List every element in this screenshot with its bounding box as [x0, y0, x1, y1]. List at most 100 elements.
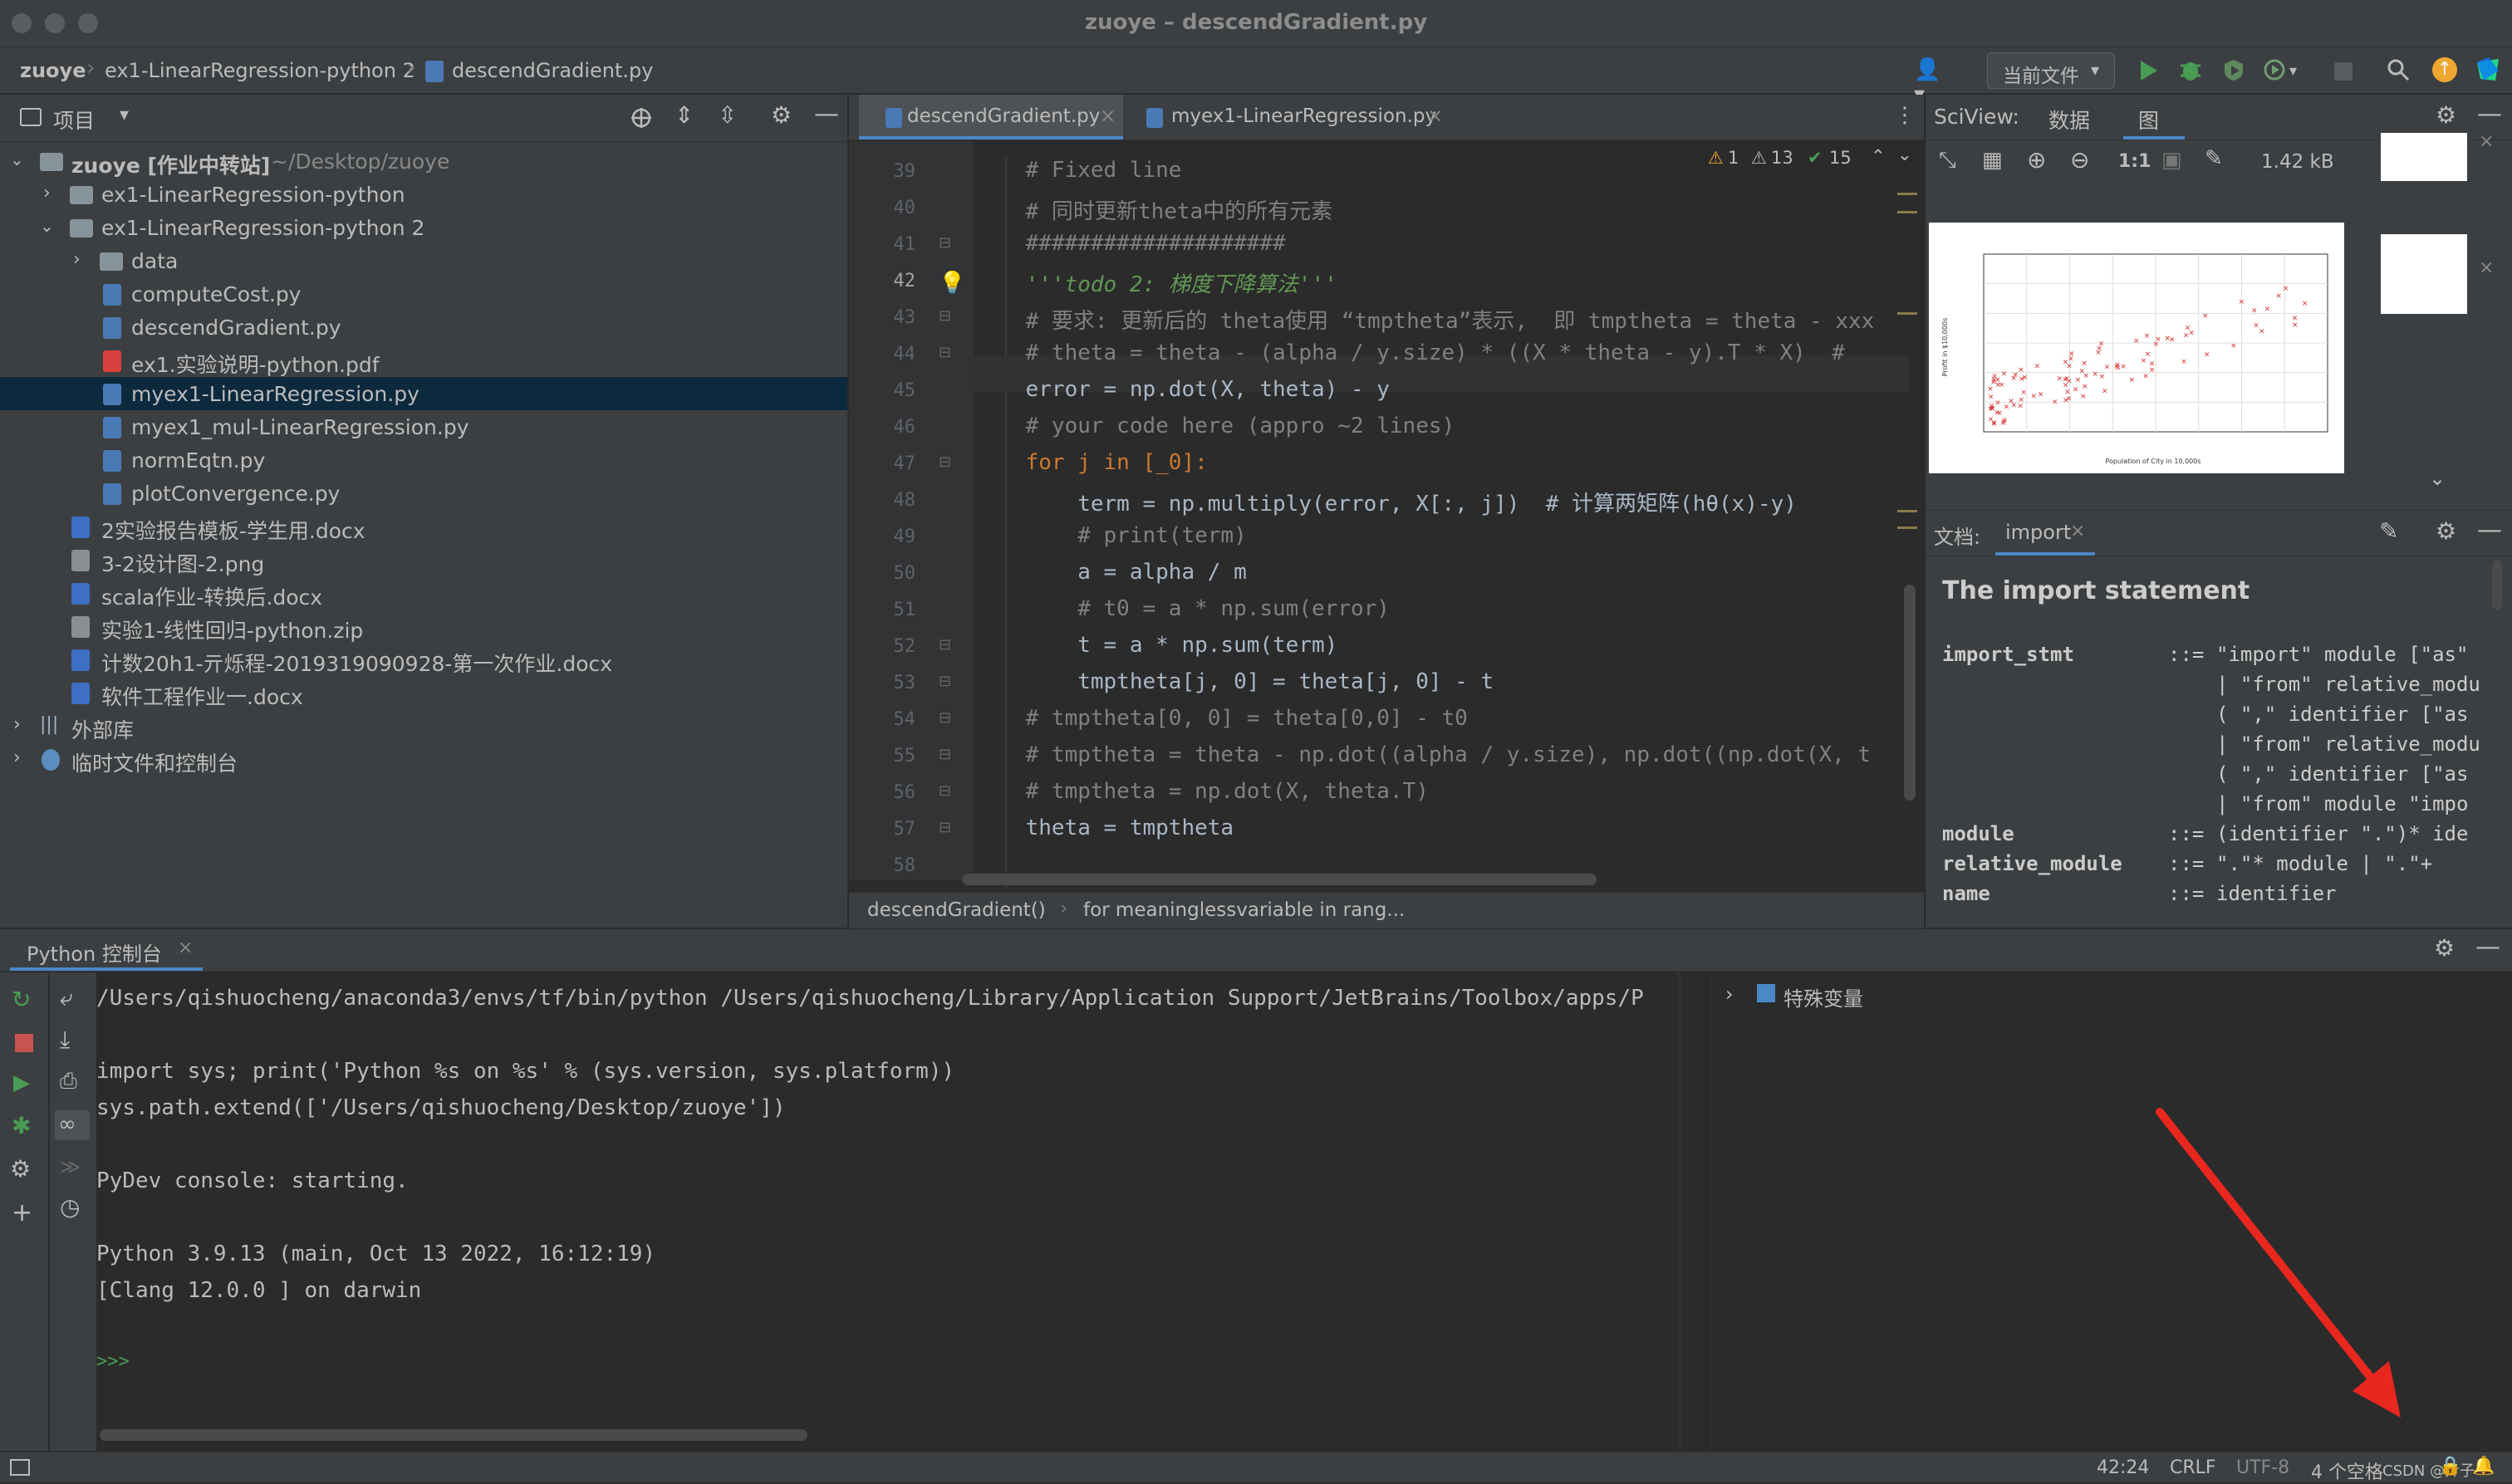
console-vertical-scrollbar[interactable] [1678, 972, 1681, 1451]
history-forward-icon[interactable]: ≫ [60, 1155, 81, 1178]
fold-icon[interactable]: ⊟ [939, 636, 951, 654]
fold-icon[interactable]: ⊟ [939, 344, 951, 361]
error-stripe-mark[interactable] [1897, 312, 1917, 315]
tree-item-folder[interactable]: › data [0, 244, 847, 277]
tree-item-file[interactable]: 计数20h1-亓烁程-2019319090928-第一次作业.docx [0, 643, 847, 676]
tree-item-file[interactable]: scala作业-转换后.docx [0, 576, 847, 610]
gear-icon[interactable]: ⚙ [2434, 934, 2455, 962]
error-stripe-mark[interactable] [1897, 527, 1917, 529]
chevron-down-icon[interactable]: ⌄ [2429, 467, 2446, 490]
plot-thumbnail[interactable] [2381, 234, 2467, 314]
color-picker-icon[interactable]: ✎ [2205, 146, 2223, 171]
edit-icon[interactable]: ✎ [2379, 517, 2398, 545]
line-separator[interactable]: CRLF [2170, 1457, 2216, 1478]
error-stripe-mark[interactable] [1897, 211, 1917, 213]
print-icon[interactable]: ⎙ [60, 1069, 77, 1095]
console-output[interactable]: /Users/qishuocheng/anaconda3/envs/tf/bin… [96, 972, 1678, 1418]
breadcrumb-project[interactable]: zuoye [20, 59, 86, 82]
user-icon[interactable]: 👤▾ [1914, 57, 1950, 107]
panel-layout-icon[interactable] [20, 108, 42, 126]
gear-icon[interactable]: ⚙ [2436, 101, 2456, 129]
console-horizontal-scrollbar[interactable] [100, 1429, 807, 1441]
fit-to-window-icon[interactable]: ⤡ [1939, 148, 1956, 174]
tab-plots[interactable]: 图 [2123, 95, 2185, 140]
project-view-label[interactable]: 项目 [53, 105, 95, 135]
profile-icon[interactable]: ▾ [2263, 57, 2301, 82]
gear-icon[interactable]: ⚙ [771, 101, 792, 129]
more-tabs-icon[interactable]: ⋮ [1894, 103, 1916, 128]
jetbrains-toolbox-icon[interactable] [2474, 56, 2502, 84]
lightbulb-icon[interactable]: 💡 [939, 271, 965, 296]
error-stripe-mark[interactable] [1897, 193, 1917, 195]
fold-icon[interactable]: ⊟ [939, 453, 951, 471]
grid-icon[interactable]: ▦ [1982, 148, 2003, 173]
plot-image[interactable]: × × × × × × × × × × × × × × × × × × × × × × × × × × × × × × × × × × × × × × × ×… [1929, 223, 2344, 473]
fold-icon[interactable]: ⊟ [939, 673, 951, 690]
soft-wrap-icon[interactable]: ⤶ [60, 984, 73, 1012]
zoom-in-icon[interactable]: ⊕ [2027, 146, 2046, 174]
close-icon[interactable]: × [2479, 257, 2494, 278]
expand-all-icon[interactable]: ⇕ [675, 101, 694, 129]
tree-item-file[interactable]: plotConvergence.py [0, 477, 847, 510]
scroll-to-end-icon[interactable]: ⤓ [60, 1026, 70, 1054]
chevron-down-icon[interactable]: ▾ [120, 105, 129, 125]
docs-scrollbar[interactable] [2492, 560, 2502, 610]
code-area[interactable]: # Fixed line # 同时更新theta中的所有元素 #########… [974, 141, 1909, 880]
show-variables-button[interactable]: ∞ [55, 1110, 90, 1140]
indent-setting[interactable]: 4 个空格 [2311, 1457, 2383, 1484]
tab-python-console[interactable]: Python 控制台 × [10, 929, 203, 971]
chevron-right-icon[interactable]: › [1725, 982, 1734, 1006]
run-configuration-select[interactable]: 当前文件 ▾ [1987, 52, 2115, 89]
close-tab-icon[interactable]: × [1100, 105, 1116, 127]
fold-icon[interactable]: ⊟ [939, 746, 951, 763]
console-prompt[interactable]: >>> [96, 1351, 130, 1372]
close-tab-icon[interactable]: × [2070, 521, 2085, 541]
notifications-icon[interactable]: 🔔 [2472, 1456, 2495, 1477]
search-icon[interactable] [2386, 57, 2411, 82]
fold-icon[interactable]: ⊟ [939, 307, 951, 325]
file-encoding[interactable]: UTF-8 [2236, 1457, 2289, 1478]
close-tab-icon[interactable]: × [178, 938, 193, 958]
new-console-icon[interactable]: + [12, 1198, 32, 1227]
hide-panel-icon[interactable]: — [2477, 516, 2502, 545]
tree-item-file[interactable]: computeCost.py [0, 277, 847, 311]
close-tab-icon[interactable]: × [1427, 105, 1443, 127]
tree-item-file[interactable]: 2实验报告模板-学生用.docx [0, 510, 847, 543]
hide-panel-icon[interactable]: — [814, 100, 839, 129]
locate-file-icon[interactable] [630, 106, 653, 130]
lock-icon[interactable]: 🔒 [2439, 1456, 2461, 1477]
hide-panel-icon[interactable]: — [2477, 100, 2502, 129]
tree-item-file[interactable]: ex1.实验说明-python.pdf [0, 344, 847, 377]
stop-icon[interactable] [15, 1034, 33, 1052]
hide-panel-icon[interactable]: — [2475, 933, 2500, 962]
tree-item-file[interactable]: descendGradient.py [0, 311, 847, 344]
rerun-icon[interactable]: ↻ [12, 986, 31, 1013]
debug-icon[interactable] [2178, 57, 2203, 82]
tree-item-file[interactable]: 3-2设计图-2.png [0, 543, 847, 576]
tree-item-project-root[interactable]: ⌄ zuoye [作业中转站] ~/Desktop/zuoye [0, 144, 847, 178]
tree-item-file[interactable]: 软件工程作业一.docx [0, 676, 847, 709]
fold-icon[interactable]: ⊟ [939, 709, 951, 727]
special-variables-label[interactable]: 特殊变量 [1783, 982, 1863, 1011]
tree-item-file-selected[interactable]: myex1-LinearRegression.py [0, 377, 847, 410]
stop-icon[interactable] [2334, 62, 2353, 81]
tree-item-file[interactable]: myex1_mul-LinearRegression.py [0, 410, 847, 443]
toggle-tool-windows-icon[interactable] [10, 1459, 30, 1476]
breadcrumb-function[interactable]: descendGradient() [867, 899, 1046, 921]
execute-icon[interactable]: ▶ [13, 1070, 30, 1095]
tab-descendgradient[interactable]: descendGradient.py × [859, 95, 1123, 140]
tree-item-folder[interactable]: ⌄ ex1-LinearRegression-python 2 [0, 211, 847, 244]
fold-icon[interactable]: ⊟ [939, 234, 951, 252]
plot-thumbnail[interactable] [2381, 133, 2467, 181]
close-icon[interactable]: × [2479, 131, 2494, 152]
background-icon[interactable]: ▣ [2161, 148, 2182, 173]
actual-size-button[interactable]: 1:1 [2118, 151, 2151, 172]
tree-item-scratches[interactable]: › 临时文件和控制台 [0, 742, 847, 776]
horizontal-scrollbar[interactable] [962, 874, 1597, 885]
gear-icon[interactable]: ⚙ [2436, 517, 2456, 545]
error-stripe-mark[interactable] [1897, 510, 1917, 512]
breadcrumb-loop[interactable]: for meaninglessvariable in rang... [1083, 899, 1405, 921]
vertical-scrollbar[interactable] [1904, 585, 1916, 801]
breadcrumb-file[interactable]: descendGradient.py [452, 59, 653, 82]
run-icon[interactable] [2137, 59, 2160, 82]
